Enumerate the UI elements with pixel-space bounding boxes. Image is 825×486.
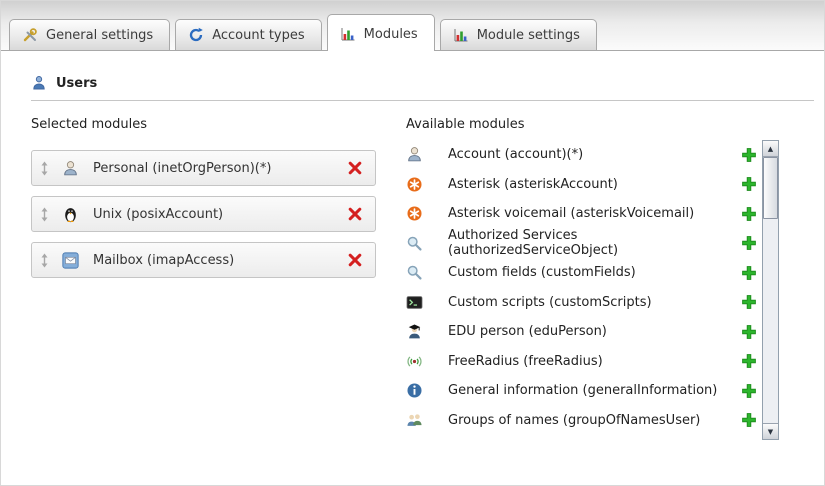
scroll-up-button[interactable]: ▲ [763,141,778,157]
add-module-button[interactable] [741,353,757,369]
module-label: General information (generalInformation) [448,383,730,398]
scrollbar-thumb[interactable] [763,157,778,219]
add-module-button[interactable] [741,294,757,310]
tab-content: Users Selected modules [1,51,824,440]
magnifier-icon [406,235,423,252]
scrollbar-track[interactable] [763,157,778,423]
asterisk-icon [406,205,423,222]
info-icon [406,382,423,399]
refresh-icon [188,27,204,43]
available-module-row: EDU person (eduPerson) [406,317,762,347]
tab-label: Module settings [477,28,580,43]
module-label: FreeRadius (freeRadius) [448,354,730,369]
selected-module-row[interactable]: Personal (inetOrgPerson)(*) [31,150,376,186]
add-module-button[interactable] [741,147,757,163]
selected-module-row[interactable]: Unix (posixAccount) [31,196,376,232]
lam-configuration-window: General settings Account types [0,0,825,486]
add-module-button[interactable] [741,383,757,399]
wrench-icon [22,27,38,43]
tab-label: General settings [46,28,153,43]
modules-columns: Selected modules [31,117,814,440]
module-label: Asterisk voicemail (asteriskVoicemail) [448,206,730,221]
terminal-icon [406,294,423,311]
account-type-header: Users [31,75,814,101]
available-module-row: Custom fields (customFields) [406,258,762,288]
mailbox-icon [62,252,79,269]
available-module-row: Custom scripts (customScripts) [406,288,762,318]
module-label: Custom scripts (customScripts) [448,295,730,310]
available-module-row: Account (account)(*) [406,140,762,170]
module-label: Custom fields (customFields) [448,265,730,280]
magnifier-icon [406,264,423,281]
available-module-row: Authorized Services (authorizedServiceOb… [406,229,762,259]
selected-module-row[interactable]: Mailbox (imapAccess) [31,242,376,278]
available-modules-scrollbar[interactable]: ▲ ▼ [762,140,779,440]
available-module-row: General information (generalInformation) [406,376,762,406]
antenna-icon [406,353,423,370]
available-modules-list: Account (account)(*) [406,140,762,435]
available-modules-heading: Available modules [406,117,779,132]
module-label: Account (account)(*) [448,147,730,162]
section-title: Users [56,76,97,91]
tab-bar: General settings Account types [1,1,824,51]
module-label: Mailbox (imapAccess) [93,253,347,268]
add-module-button[interactable] [741,235,757,251]
chart-icon [453,27,469,43]
add-module-button[interactable] [741,176,757,192]
module-label: Asterisk (asteriskAccount) [448,177,730,192]
module-label: EDU person (eduPerson) [448,324,730,339]
graduate-icon [406,323,423,340]
available-modules-column: Available modules Account (account)(*) [406,117,779,440]
available-module-row: Asterisk (asteriskAccount) [406,170,762,200]
drag-handle-icon[interactable] [40,161,50,176]
user-icon [406,146,423,163]
tab-label: Modules [364,27,418,42]
penguin-icon [62,206,79,223]
delete-module-button[interactable] [347,160,363,176]
tab-modules[interactable]: Modules [327,14,435,51]
users-icon [31,75,47,91]
module-label: Authorized Services (authorizedServiceOb… [448,228,730,258]
chart-icon [340,26,356,42]
delete-module-button[interactable] [347,252,363,268]
add-module-button[interactable] [741,324,757,340]
module-label: Personal (inetOrgPerson)(*) [93,161,347,176]
add-module-button[interactable] [741,265,757,281]
module-label: Unix (posixAccount) [93,207,347,222]
scroll-down-button[interactable]: ▼ [763,423,778,439]
add-module-button[interactable] [741,206,757,222]
user-icon [62,160,79,177]
tab-general-settings[interactable]: General settings [9,19,170,50]
drag-handle-icon[interactable] [40,207,50,222]
selected-modules-heading: Selected modules [31,117,376,132]
add-module-button[interactable] [741,412,757,428]
available-module-row: Groups of names (groupOfNamesUser) [406,406,762,436]
asterisk-icon [406,176,423,193]
tab-label: Account types [212,28,304,43]
drag-handle-icon[interactable] [40,253,50,268]
selected-modules-column: Selected modules [31,117,376,440]
delete-module-button[interactable] [347,206,363,222]
module-label: Groups of names (groupOfNamesUser) [448,413,730,428]
group-icon [406,412,423,429]
available-module-row: Asterisk voicemail (asteriskVoicemail) [406,199,762,229]
tab-module-settings[interactable]: Module settings [440,19,597,50]
available-module-row: FreeRadius (freeRadius) [406,347,762,377]
tab-account-types[interactable]: Account types [175,19,321,50]
